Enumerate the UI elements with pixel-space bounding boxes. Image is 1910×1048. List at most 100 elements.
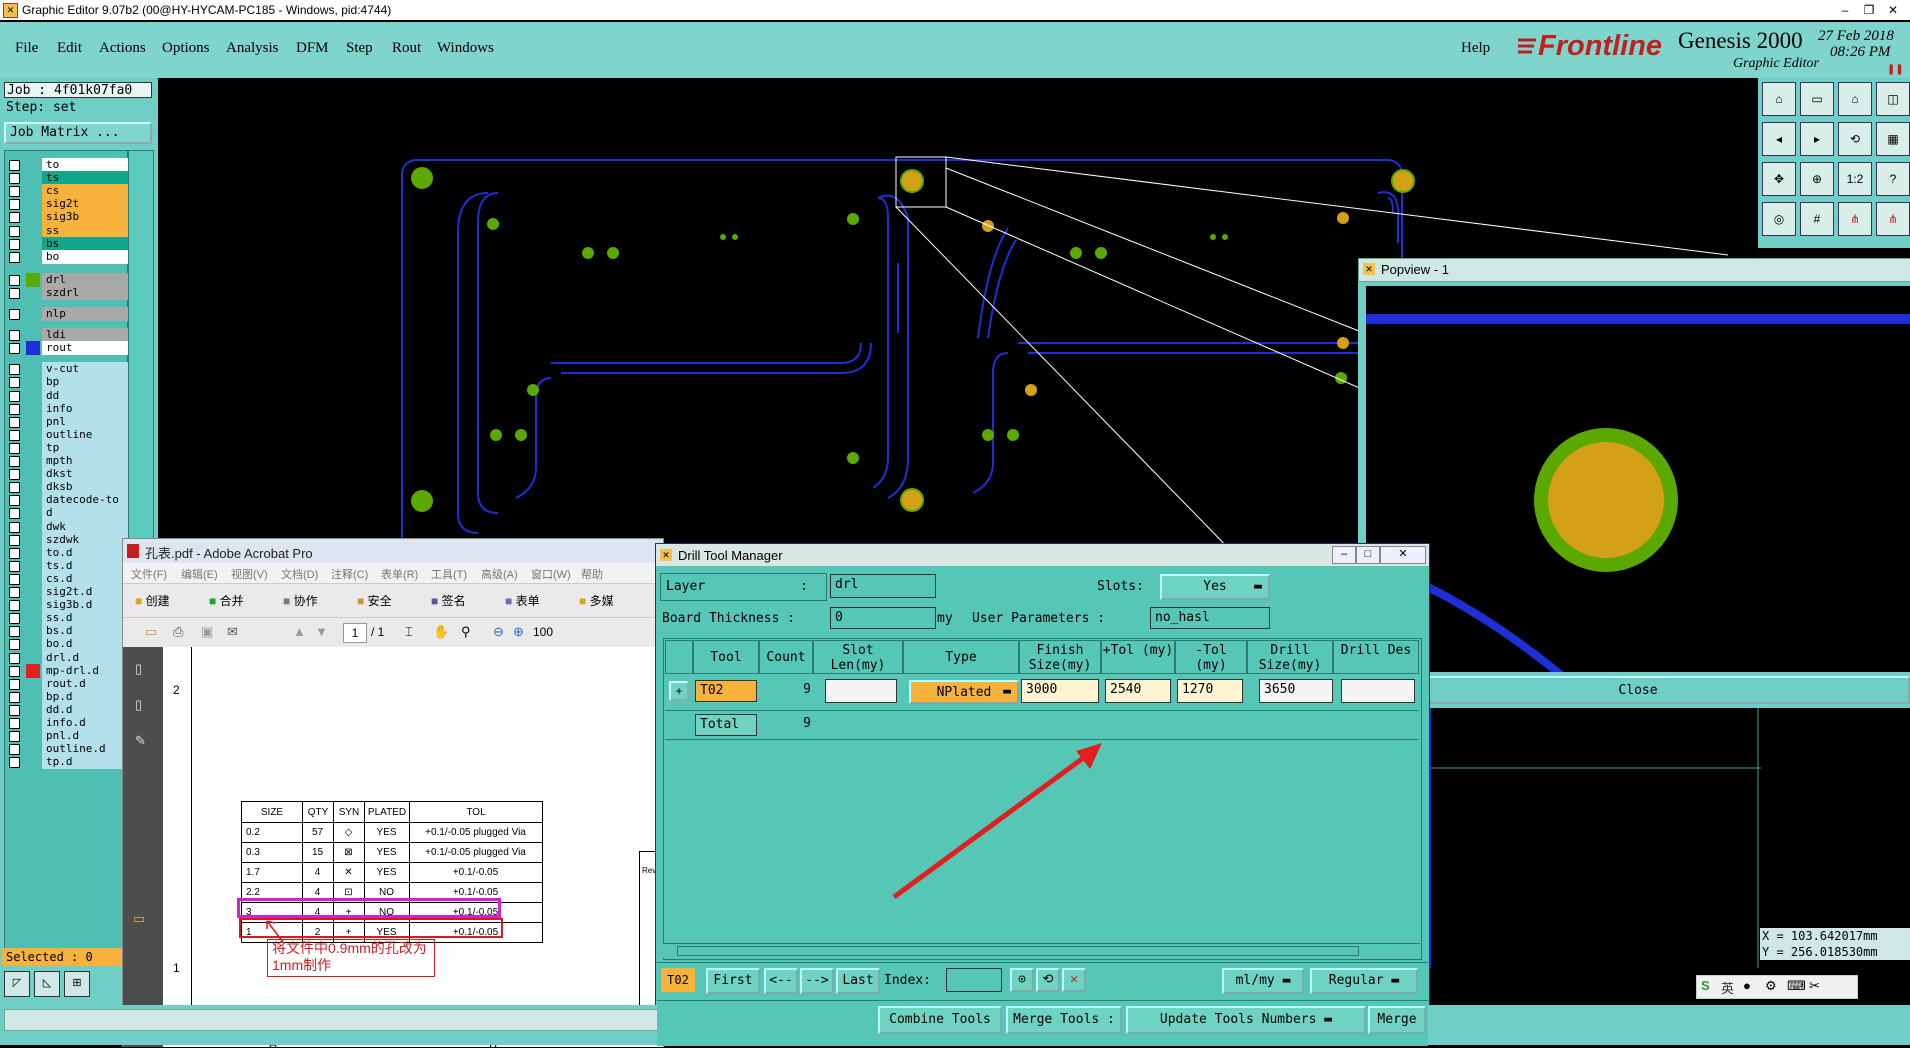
layer-row-tp.d[interactable]: tp.d <box>6 755 128 770</box>
layer-checkbox[interactable] <box>9 560 20 572</box>
layer-name[interactable]: drl.d <box>42 650 128 665</box>
layer-color-swatch[interactable] <box>26 362 40 376</box>
acrobat-tool-button[interactable]: ■ 协作 <box>283 592 318 609</box>
zoom-out-small-icon[interactable]: ⊖ <box>493 624 504 640</box>
layer-color-swatch[interactable] <box>26 742 40 756</box>
acrobat-menu-item[interactable]: 注释(C) <box>331 566 368 582</box>
layer-name[interactable]: nlp <box>42 307 128 321</box>
index-refresh-icon[interactable]: ⟲ <box>1036 968 1060 992</box>
layer-color-swatch[interactable] <box>26 402 40 416</box>
acrobat-menu-item[interactable]: 帮助 <box>581 566 603 582</box>
hand-tool-icon[interactable]: ✋ <box>433 624 449 640</box>
layer-name[interactable]: ss.d <box>42 611 128 626</box>
layer-row-drl[interactable]: drl <box>6 272 128 287</box>
zoom-out-icon[interactable]: ▭ <box>1800 82 1834 116</box>
minus-tol-input[interactable]: 1270 <box>1177 679 1243 703</box>
layer-row-drl.d[interactable]: drl.d <box>6 650 128 665</box>
layer-checkbox[interactable] <box>9 626 20 638</box>
zoom-tool-icon[interactable]: ⚲ <box>461 624 471 640</box>
layer-name[interactable]: datecode-to <box>42 493 128 508</box>
acrobat-menu-item[interactable]: 高级(A) <box>481 566 518 582</box>
layer-checkbox[interactable] <box>9 495 20 507</box>
layer-checkbox[interactable] <box>9 508 20 520</box>
layer-checkbox[interactable] <box>9 456 20 467</box>
layer-row-bo.d[interactable]: bo.d <box>6 637 128 652</box>
layer-checkbox[interactable] <box>9 613 20 625</box>
layer-color-swatch[interactable] <box>26 611 40 625</box>
select-tool-icon[interactable]: ⌶ <box>405 624 413 640</box>
dtm-close-button[interactable]: ✕ <box>1380 546 1426 564</box>
layer-checkbox[interactable] <box>9 309 20 320</box>
menu-actions[interactable]: Actions <box>99 40 146 57</box>
layer-row-bp[interactable]: bp <box>6 375 128 390</box>
layer-row-v-cut[interactable]: v-cut <box>6 362 128 377</box>
layer-row-pnl[interactable]: pnl <box>6 414 128 429</box>
fit-icon[interactable]: ✥ <box>1762 162 1796 196</box>
layer-checkbox[interactable] <box>9 744 20 756</box>
layer-row-ss.d[interactable]: ss.d <box>6 611 128 626</box>
layer-row-datecode-to[interactable]: datecode-to <box>6 493 128 508</box>
layer-row-bs.d[interactable]: bs.d <box>6 624 128 639</box>
layer-name[interactable]: rout <box>42 341 128 356</box>
plus-tol-input[interactable]: 2540 <box>1105 679 1171 703</box>
layer-color-swatch[interactable] <box>26 341 40 356</box>
layer-row-cs.d[interactable]: cs.d <box>6 571 128 586</box>
layer-row-sig3b.d[interactable]: sig3b.d <box>6 598 128 613</box>
layer-row-mp-drl.d[interactable]: mp-drl.d <box>6 663 128 678</box>
index-search-icon[interactable]: ⊙ <box>1010 968 1034 992</box>
layer-checkbox[interactable] <box>9 199 20 211</box>
update-tools-numbers-dropdown[interactable]: Update Tools Numbers ▬ <box>1126 1006 1366 1034</box>
layer-name[interactable]: szdwk <box>42 532 128 547</box>
house-icon[interactable]: ⌂ <box>1838 82 1872 116</box>
print-icon[interactable]: ⎙ <box>173 624 183 640</box>
layer-checkbox[interactable] <box>9 639 20 651</box>
prev-button[interactable]: <-- <box>764 968 798 994</box>
layer-color-swatch[interactable] <box>26 237 40 251</box>
layer-name[interactable]: dkst <box>42 467 128 482</box>
user-params-input[interactable]: no_hasl <box>1150 607 1270 629</box>
layer-name[interactable]: ldi <box>42 328 128 343</box>
layer-checkbox[interactable] <box>9 442 20 454</box>
layer-row-pnl.d[interactable]: pnl.d <box>6 729 128 744</box>
layer-row-info[interactable]: info <box>6 401 128 416</box>
layer-row-d[interactable]: d <box>6 506 128 521</box>
layer-name[interactable]: to.d <box>42 545 128 560</box>
drill-des-input[interactable] <box>1341 679 1415 703</box>
layer-color-swatch[interactable] <box>26 716 40 730</box>
layer-checkbox[interactable] <box>9 403 20 415</box>
layer-color-swatch[interactable] <box>26 375 40 389</box>
layer-row-dd[interactable]: dd <box>6 388 128 403</box>
row-select-button[interactable]: + <box>669 681 689 701</box>
layer-name[interactable]: bo <box>42 249 128 264</box>
layer-row-bo[interactable]: bo <box>6 249 128 264</box>
pages-panel-icon[interactable]: ▯ <box>135 661 142 677</box>
layer-name[interactable]: outline.d <box>42 742 128 757</box>
layer-input[interactable]: drl <box>830 574 936 598</box>
layer-row-sig3b[interactable]: sig3b <box>6 210 128 225</box>
layer-checkbox[interactable] <box>9 330 20 342</box>
last-button[interactable]: Last <box>836 968 880 994</box>
layer-color-swatch[interactable] <box>26 328 40 342</box>
layer-color-swatch[interactable] <box>26 690 40 704</box>
layer-color-swatch[interactable] <box>26 428 40 442</box>
minimize-button[interactable]: – <box>1834 0 1856 20</box>
layer-row-szdrl[interactable]: szdrl <box>6 285 128 300</box>
layer-name[interactable]: bs.d <box>42 624 128 639</box>
measure-tool-button[interactable]: ◺ <box>34 971 60 997</box>
dtm-maximize-button[interactable]: □ <box>1356 546 1380 564</box>
layer-checkbox[interactable] <box>9 534 20 546</box>
menu-analysis[interactable]: Analysis <box>226 40 279 57</box>
layer-row-bp.d[interactable]: bp.d <box>6 689 128 704</box>
layer-checkbox[interactable] <box>9 186 20 198</box>
first-button[interactable]: First <box>706 968 760 994</box>
layer-row-dkst[interactable]: dkst <box>6 467 128 482</box>
hscroll-thumb[interactable] <box>677 946 1359 956</box>
pan-right-icon[interactable]: ▸ <box>1800 122 1834 156</box>
layer-color-swatch[interactable] <box>26 286 40 300</box>
layer-checkbox[interactable] <box>9 225 20 237</box>
layer-color-swatch[interactable] <box>26 184 40 198</box>
menu-rout[interactable]: Rout <box>392 40 421 57</box>
email-icon[interactable]: ✉ <box>227 624 238 640</box>
layer-row-sig2t[interactable]: sig2t <box>6 197 128 212</box>
layer-color-swatch[interactable] <box>26 703 40 717</box>
